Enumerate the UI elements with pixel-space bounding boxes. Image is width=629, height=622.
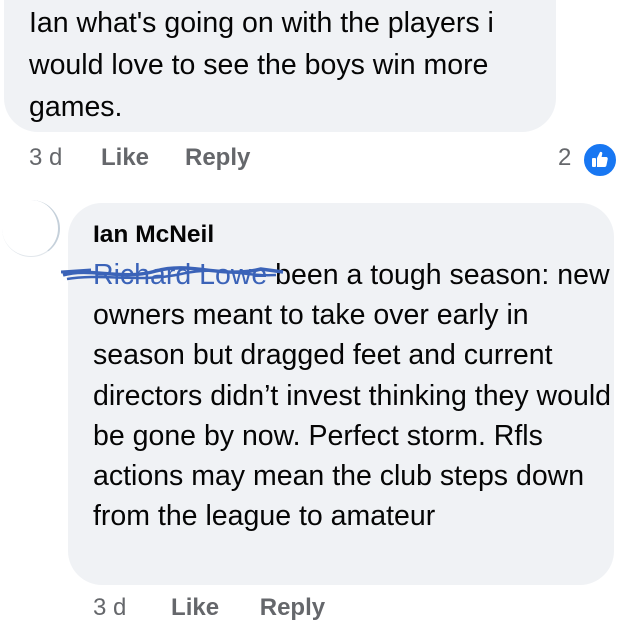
- avatar[interactable]: [2, 200, 60, 257]
- like-button[interactable]: Like: [101, 144, 149, 172]
- redaction-scribble: [61, 266, 284, 281]
- reply-reply-button[interactable]: Reply: [260, 594, 325, 621]
- reply-button[interactable]: Reply: [185, 144, 250, 172]
- comment-text: Ian what's going on with the players i w…: [29, 7, 494, 123]
- comment-timestamp[interactable]: 3 d: [29, 144, 62, 171]
- thumbs-up-icon[interactable]: [582, 142, 618, 178]
- reaction-count[interactable]: 2: [558, 144, 571, 172]
- comment-meta: 3 d: [29, 144, 62, 172]
- reply-body: been a tough season: new owners meant to…: [93, 259, 612, 533]
- reply-timestamp[interactable]: 3 d: [93, 594, 126, 621]
- mention-link[interactable]: Richard Lowe: [61, 255, 284, 295]
- reply-like-button[interactable]: Like: [171, 594, 219, 621]
- reply-text: Richard Lowe been a tough season: new ow…: [61, 255, 613, 536]
- reply-meta: 3 d Like Reply: [93, 594, 325, 622]
- reply-author[interactable]: Ian McNeil: [93, 219, 214, 251]
